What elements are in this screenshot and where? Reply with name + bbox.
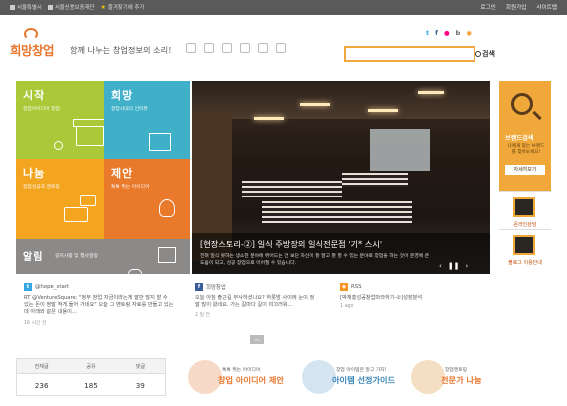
guide-icon bbox=[302, 360, 336, 394]
facebook-icon[interactable]: f bbox=[435, 29, 438, 37]
search-button[interactable]: 검색 bbox=[475, 46, 499, 62]
facebook-icon: f bbox=[195, 283, 203, 291]
facebook-feed: f 희망창업 오늘 아침 출근길 무사하셨나요? 하룻밤 사이에 눈이 정말 많이… bbox=[195, 283, 315, 319]
home-icon bbox=[10, 4, 15, 10]
shop-icon bbox=[73, 119, 104, 146]
settings-icon[interactable] bbox=[276, 43, 286, 53]
home-icon bbox=[47, 4, 53, 10]
search-input[interactable] bbox=[344, 46, 476, 62]
stat-label-posts: 전체글 bbox=[34, 363, 49, 370]
hand-icon bbox=[128, 269, 142, 274]
top-utility-bar: 서울특별시 서울신용보증재단 ★ 즐겨찾기에 추가 로그인 회원가입 사이트맵 bbox=[0, 0, 567, 15]
login-link[interactable]: 로그인 bbox=[480, 3, 495, 11]
category-icons bbox=[186, 43, 286, 53]
stat-value-comments: 39 bbox=[135, 380, 145, 390]
stat-label-shares: 공유 bbox=[86, 363, 96, 370]
house-icon[interactable] bbox=[258, 43, 268, 53]
next-slide-button[interactable]: › bbox=[466, 262, 469, 270]
online-consult-card[interactable]: 온라인상담 bbox=[499, 191, 551, 229]
glass-icon[interactable] bbox=[204, 43, 214, 53]
booth-seat bbox=[342, 173, 408, 187]
tile-start[interactable]: 시작 창업아이디어 창업 bbox=[16, 81, 104, 159]
brand-detail-button[interactable]: 자세히보기 bbox=[505, 165, 545, 175]
blog-icon bbox=[513, 235, 535, 255]
car-icon[interactable] bbox=[240, 43, 250, 53]
featured-slide[interactable]: [현장스토리-②] 일식 주방장의 일식전문점 '기* 스시' 전혀 일식 못하… bbox=[192, 81, 490, 274]
logo-mark-icon bbox=[24, 28, 38, 40]
search-icon bbox=[475, 51, 481, 57]
site-logo[interactable]: 희망창업 bbox=[10, 28, 58, 58]
brand-search-card[interactable]: 브랜드검색 나에게 맞는 브랜드를 찾아보세요! 자세히보기 bbox=[499, 81, 551, 191]
stats-box: 전체글 공유 댓글 236 185 39 bbox=[16, 358, 166, 396]
star-icon: ★ bbox=[100, 3, 106, 11]
rss-feed: ◉ RSS [박재홍성공창업마라하기-②]성장분석 1 ago bbox=[340, 283, 423, 310]
window-view bbox=[370, 129, 430, 171]
rss-icon[interactable]: ◉ bbox=[466, 29, 472, 37]
social-links: t f ● b ◉ bbox=[426, 29, 472, 37]
tile-hope[interactable]: 희망 창업시대의 인터뷰 bbox=[104, 81, 190, 159]
flickr-icon[interactable]: ● bbox=[444, 29, 450, 37]
slide-controls: ‹ ❚❚ › bbox=[439, 262, 468, 270]
slide-title[interactable]: [현장스토리-②] 일식 주방장의 일식전문점 '기* 스시' bbox=[200, 238, 382, 250]
booth-seat bbox=[242, 181, 342, 197]
slide-description: 전혀 일식 못하는 생소한 분야에 뛰어드는 건 보단 자신이 잘 알고 잘 할… bbox=[200, 254, 430, 266]
ceiling-light bbox=[368, 109, 398, 112]
pause-slide-button[interactable]: ❚❚ bbox=[448, 262, 460, 270]
ceiling-light bbox=[418, 91, 444, 94]
twitter-icon[interactable]: t bbox=[426, 29, 429, 37]
item-guide-link[interactable]: 창업 아이템은 알고 가자! 아이템 선정가이드 bbox=[302, 360, 422, 396]
megaphone-icon bbox=[158, 247, 176, 263]
tile-proposal[interactable]: 제안 톡톡 튀는 아이디어 bbox=[104, 159, 190, 239]
ceiling-light bbox=[254, 117, 284, 120]
rss-icon: ◉ bbox=[340, 283, 348, 291]
seoul-link[interactable]: 서울특별시 bbox=[10, 3, 42, 11]
mentor-sharing-link[interactable]: 창업멘토링 전문가 나눔 bbox=[411, 360, 541, 396]
cup-icon[interactable] bbox=[186, 43, 196, 53]
blog-icon[interactable]: b bbox=[456, 29, 461, 37]
sitemap-link[interactable]: 사이트맵 bbox=[536, 3, 557, 11]
bookmark-link[interactable]: ★ 즐겨찾기에 추가 bbox=[100, 3, 145, 12]
ceiling-light bbox=[300, 103, 330, 106]
signup-link[interactable]: 회원가입 bbox=[506, 3, 527, 11]
lightbulb-icon bbox=[159, 199, 175, 217]
gift-box-icon bbox=[149, 133, 171, 151]
site-tagline: 함께 나누는 창업정보의 소리! bbox=[70, 45, 172, 55]
shirt-icon[interactable] bbox=[222, 43, 232, 53]
bicycle-icon bbox=[54, 141, 63, 150]
chat-bubble-icon bbox=[80, 195, 96, 206]
stat-value-posts: 236 bbox=[34, 380, 49, 390]
slide-photo bbox=[192, 81, 490, 119]
scroll-up-button[interactable]: ︿ bbox=[250, 335, 264, 344]
stat-label-comments: 댓글 bbox=[135, 363, 146, 370]
blog-guide-card[interactable]: 블로그 이용안내 bbox=[499, 229, 551, 269]
stat-value-shares: 185 bbox=[84, 380, 98, 390]
chat-bubble-icon bbox=[64, 207, 88, 222]
mentor-icon bbox=[411, 360, 445, 394]
twitter-feed: t @hope_start RT @VentureSquare: "정부 창업 자… bbox=[24, 283, 174, 326]
credit-fund-link[interactable]: 서울신용보증재단 bbox=[47, 3, 95, 11]
prev-slide-button[interactable]: ‹ bbox=[439, 262, 442, 270]
idea-icon bbox=[188, 360, 222, 394]
consult-icon bbox=[513, 197, 535, 217]
tile-share[interactable]: 나눔 창업성공과 멘토링 bbox=[16, 159, 104, 239]
magnifier-icon bbox=[511, 93, 533, 115]
idea-proposal-link[interactable]: 톡톡 튀는 아이디어 창업 아이디어 제안 bbox=[188, 360, 308, 396]
tile-notice[interactable]: 알림 공지사항 및 행사일정 bbox=[16, 239, 190, 274]
twitter-icon: t bbox=[24, 283, 32, 291]
booth-seat bbox=[262, 201, 412, 223]
